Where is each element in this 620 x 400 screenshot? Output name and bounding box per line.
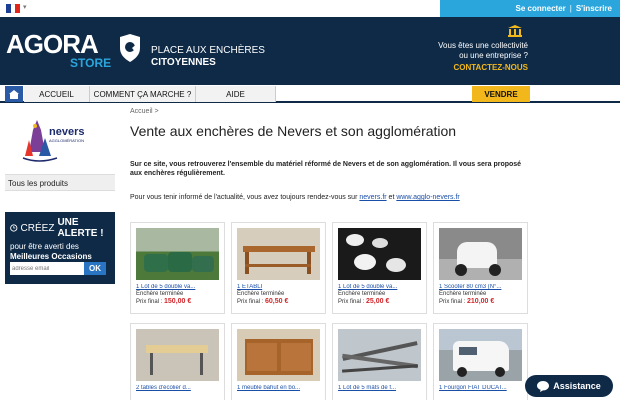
- product-price: Prix final : 25,00 €: [338, 298, 421, 305]
- product-card[interactable]: 1 meuble bahut en bo...: [231, 323, 326, 400]
- product-title[interactable]: 1 Lot de 5 double va...: [338, 284, 421, 290]
- product-image[interactable]: [439, 228, 522, 280]
- account-bar: Se connecter | S'inscrire: [440, 0, 620, 17]
- alert-form: OK: [10, 262, 106, 275]
- assistance-button[interactable]: Assistance: [525, 375, 613, 397]
- clock-icon: [10, 224, 18, 232]
- product-title[interactable]: 1 Lot de 5 mâts de f...: [338, 385, 421, 391]
- alert-box: CRÉEZ UNE ALERTE ! pour être averti des …: [5, 212, 115, 284]
- french-flag-icon[interactable]: [6, 4, 21, 13]
- breadcrumb[interactable]: Accueil >: [130, 108, 540, 115]
- tagline: PLACE AUX ENCHÈRES CITOYENNES: [151, 45, 265, 69]
- sell-button[interactable]: VENDRE: [472, 86, 530, 102]
- product-image[interactable]: [338, 329, 421, 381]
- product-title[interactable]: 1 Fourgon FIAT DUCAT...: [439, 385, 522, 391]
- product-image[interactable]: [338, 228, 421, 280]
- alert-prefix: CRÉEZ: [20, 222, 55, 234]
- product-card[interactable]: 1 Lot de 5 mâts de f...: [332, 323, 427, 400]
- separator: |: [569, 4, 572, 13]
- logo-store[interactable]: STORE: [70, 56, 111, 70]
- product-status: Enchère terminée: [338, 291, 386, 297]
- site-header: AGORA STORE PLACE AUX ENCHÈRES CITOYENNE…: [0, 17, 620, 85]
- nav-comment-ca-marche[interactable]: COMMENT ÇA MARCHE ?: [90, 86, 196, 102]
- product-image[interactable]: [237, 228, 320, 280]
- price-value: 210,00 €: [467, 298, 495, 305]
- alert-description: pour être averti des Meilleures Occasion…: [10, 242, 110, 262]
- product-image[interactable]: [439, 329, 522, 381]
- alert-ok-button[interactable]: OK: [84, 262, 106, 275]
- product-title[interactable]: 1 meuble bahut en bo...: [237, 385, 320, 391]
- tagline-line2: CITOYENNES: [151, 57, 216, 68]
- page-title: Vente aux enchères de Nevers et son aggl…: [130, 123, 457, 139]
- nav-accueil[interactable]: ACCUEIL: [24, 86, 90, 102]
- home-button[interactable]: [5, 86, 23, 102]
- follow-mid: et: [388, 194, 395, 201]
- nav-aide[interactable]: AIDE: [196, 86, 276, 102]
- main-nav: ACCUEIL COMMENT ÇA MARCHE ? AIDE VENDRE: [0, 85, 620, 103]
- product-card[interactable]: 1 Lot de 5 double va... Enchère terminée…: [130, 222, 225, 314]
- product-image[interactable]: [136, 329, 219, 381]
- price-label: Prix final :: [237, 299, 264, 305]
- product-status: Enchère terminée: [439, 291, 487, 297]
- product-card[interactable]: 1 Lot de 5 double va... Enchère terminée…: [332, 222, 427, 314]
- price-label: Prix final :: [338, 299, 365, 305]
- alert-desc-prefix: pour être averti des: [10, 242, 79, 251]
- price-value: 60,50 €: [265, 298, 289, 305]
- home-icon: [9, 89, 19, 99]
- product-status: Enchère terminée: [136, 291, 184, 297]
- tagline-line1: PLACE AUX ENCHÈRES: [151, 45, 265, 56]
- price-label: Prix final :: [136, 299, 163, 305]
- collect-line1: Vous êtes une collectivité: [438, 41, 528, 50]
- product-card[interactable]: 2 tables d'écolier d...: [130, 323, 225, 400]
- product-price: Prix final : 210,00 €: [439, 298, 522, 305]
- agglomeration-tag: AGGLOMÉRATION: [49, 138, 85, 143]
- alert-desc-bold: Meilleures Occasions: [10, 252, 92, 261]
- product-status: Enchère terminée: [237, 291, 285, 297]
- product-image[interactable]: [237, 329, 320, 381]
- product-title[interactable]: 1 ETABLI: [237, 284, 320, 290]
- product-card[interactable]: 1 Fourgon FIAT DUCAT...: [433, 323, 528, 400]
- product-title[interactable]: 1 Scooter 80 cm3 (N°...: [439, 284, 522, 290]
- collectivity-contact: Vous êtes une collectivité ou une entrep…: [418, 41, 528, 73]
- follow-prefix: Pour vous tenir informé de l'actualité, …: [130, 194, 358, 201]
- contact-us-link[interactable]: CONTACTEZ-NOUS: [418, 63, 528, 73]
- product-title[interactable]: 2 tables d'écolier d...: [136, 385, 219, 391]
- product-title[interactable]: 1 Lot de 5 double va...: [136, 284, 219, 290]
- shield-logo-icon: [120, 34, 140, 62]
- intro-text: Sur ce site, vous retrouverez l'ensemble…: [130, 161, 522, 177]
- top-bar: ▾ Se connecter | S'inscrire: [0, 0, 620, 17]
- price-value: 25,00 €: [366, 298, 390, 305]
- alert-bold: UNE ALERTE !: [57, 217, 104, 239]
- follow-text: Pour vous tenir informé de l'actualité, …: [130, 194, 540, 201]
- login-link[interactable]: Se connecter: [516, 4, 566, 13]
- institution-icon: [508, 25, 522, 37]
- main-content: Accueil > Vente aux enchères de Nevers e…: [130, 108, 540, 201]
- assistance-label: Assistance: [553, 381, 601, 391]
- product-grid: 1 Lot de 5 double va... Enchère terminée…: [130, 222, 540, 400]
- nevers-wordmark: nevers: [49, 126, 85, 138]
- product-price: Prix final : 150,00 €: [136, 298, 219, 305]
- collect-line2: ou une entreprise ?: [459, 51, 528, 60]
- price-label: Prix final :: [439, 299, 466, 305]
- product-card[interactable]: 1 Scooter 80 cm3 (N°... Enchère terminée…: [433, 222, 528, 314]
- price-value: 150,00 €: [164, 298, 192, 305]
- product-price: Prix final : 60,50 €: [237, 298, 320, 305]
- product-image[interactable]: [136, 228, 219, 280]
- register-link[interactable]: S'inscrire: [576, 4, 612, 13]
- chevron-down-icon[interactable]: ▾: [23, 3, 27, 11]
- alert-email-input[interactable]: [10, 262, 84, 275]
- agglo-nevers-link[interactable]: www.agglo-nevers.fr: [396, 194, 459, 201]
- all-products-link[interactable]: Tous les produits: [5, 174, 115, 191]
- alert-title: CRÉEZ UNE ALERTE !: [10, 217, 110, 239]
- nevers-fr-link[interactable]: nevers.fr: [359, 194, 386, 201]
- product-card[interactable]: 1 ETABLI Enchère terminée Prix final : 6…: [231, 222, 326, 314]
- chat-bubble-icon: [537, 380, 550, 392]
